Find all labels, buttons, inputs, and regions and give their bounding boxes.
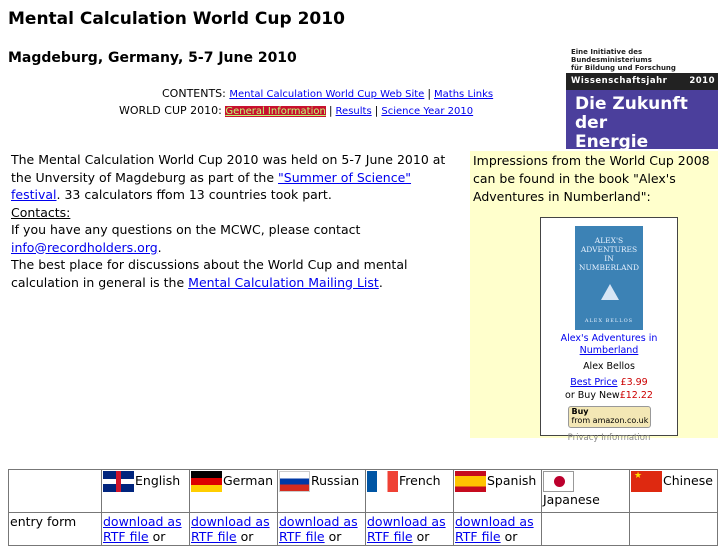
japan-flag-icon xyxy=(543,471,574,492)
nav-link-science-year[interactable]: Science Year 2010 xyxy=(381,106,473,117)
language-label: French xyxy=(399,473,441,488)
download-cell: download as RTF file or xyxy=(277,512,366,546)
download-cell: download as RTF file or xyxy=(453,512,542,546)
buy-new-label: or Buy New xyxy=(565,390,620,401)
contents-nav: CONTENTS: Mental Calculation World Cup W… xyxy=(162,87,493,100)
or-text: or xyxy=(416,529,430,544)
download-cell: download as RTF file or xyxy=(365,512,454,546)
banner-headline-line1: Die Zukunft der xyxy=(575,94,688,133)
book-title-link[interactable]: Alex's Adventures in xyxy=(561,333,658,344)
banner-ministry-line2: für Bildung und Forschung xyxy=(571,64,676,72)
cover-title-line: IN xyxy=(604,254,614,263)
contact-text: If you have any questions on the MCWC, p… xyxy=(11,222,361,237)
nav-link-mcwc-website[interactable]: Mental Calculation World Cup Web Site xyxy=(229,89,424,100)
download-cell-empty xyxy=(541,512,630,546)
intro-text-part: . 33 calculators ffom 13 countries took … xyxy=(56,187,332,202)
cover-title-line: NUMBERLAND xyxy=(578,263,640,272)
nav-separator: | xyxy=(328,104,333,117)
book-cover-image[interactable]: ALEX'S ADVENTURES IN NUMBERLAND ALEX BEL… xyxy=(575,226,643,330)
language-cell-german: German xyxy=(189,469,278,513)
entry-form-row: entry form download as RTF file or downlo… xyxy=(8,512,718,546)
worldcup-nav: WORLD CUP 2010: General Information | Resu… xyxy=(119,104,473,117)
language-cell-french: French xyxy=(365,469,454,513)
banner-ministry-line1: Eine Initiative des Bundesministeriums xyxy=(571,48,652,64)
download-cell: download as RTF file or xyxy=(101,512,190,546)
download-rtf-link-russian[interactable]: download as RTF file xyxy=(279,514,358,544)
nav-link-maths-links[interactable]: Maths Links xyxy=(434,89,493,100)
contact-text-end: . xyxy=(157,239,162,255)
discussion-text-end: . xyxy=(378,274,383,290)
book-panel-text: Impressions from the World Cup 2008 can … xyxy=(473,153,710,204)
privacy-information: Privacy Information xyxy=(567,433,651,443)
download-rtf-link-german[interactable]: download as RTF file xyxy=(191,514,270,544)
language-label: Chinese xyxy=(663,473,713,488)
intro-text: The Mental Calculation World Cup 2010 wa… xyxy=(11,151,461,291)
banner-bar-year: 2010 xyxy=(689,76,715,86)
download-rtf-link-english[interactable]: download as RTF file xyxy=(103,514,182,544)
intro-paragraph: The Mental Calculation World Cup 2010 wa… xyxy=(11,151,461,204)
cover-title-line: ALEX'S xyxy=(594,236,624,245)
russia-flag-icon xyxy=(279,471,310,492)
language-cell-english: English xyxy=(101,469,190,513)
or-text: or xyxy=(152,529,166,544)
download-cell: download as RTF file or xyxy=(189,512,278,546)
download-rtf-link-french[interactable]: download as RTF file xyxy=(367,514,446,544)
row-label: entry form xyxy=(8,512,102,546)
china-flag-icon xyxy=(631,471,662,492)
buy-new-price: £12.22 xyxy=(619,390,653,401)
buy-from-amazon-button[interactable]: Buy from amazon.co.uk xyxy=(567,406,651,428)
contents-label: CONTENTS: xyxy=(162,87,226,100)
book-author: Alex Bellos xyxy=(583,361,635,372)
sailboat-icon xyxy=(601,284,619,300)
nav-link-results[interactable]: Results xyxy=(336,106,372,117)
language-label: German xyxy=(223,473,274,488)
buy-button-subtext: from amazon.co.uk xyxy=(571,416,649,425)
germany-flag-icon xyxy=(191,471,222,492)
contact-email-link[interactable]: info@recordholders.org xyxy=(11,240,158,255)
nav-separator: | xyxy=(374,104,379,117)
uk-flag-icon xyxy=(103,471,134,492)
language-cell-russian: Russian xyxy=(277,469,366,513)
cover-author: ALEX BELLOS xyxy=(584,318,634,324)
language-cell-chinese: Chinese xyxy=(629,469,718,513)
france-flag-icon xyxy=(367,471,398,492)
book-title-link-2[interactable]: Numberland xyxy=(580,345,639,356)
nav-link-general-information[interactable]: General Information xyxy=(225,106,326,117)
language-label: Spanish xyxy=(487,473,537,488)
banner-bar-label: Wissenschaftsjahr xyxy=(571,76,668,86)
language-cell-spanish: Spanish xyxy=(453,469,542,513)
language-header-row: English German Russian French Spanish Ja… xyxy=(8,469,718,513)
language-label: Russian xyxy=(311,473,360,488)
science-year-banner[interactable]: Eine Initiative des Bundesministeriums f… xyxy=(566,47,718,149)
best-price-value: £3.99 xyxy=(620,377,648,388)
language-table: English German Russian French Spanish Ja… xyxy=(8,469,718,546)
download-rtf-link-spanish[interactable]: download as RTF file xyxy=(455,514,534,544)
language-cell-japanese: Japanese xyxy=(541,469,630,513)
contacts-label: Contacts: xyxy=(11,204,71,220)
nav-separator: | xyxy=(427,87,432,100)
language-label: English xyxy=(135,473,181,488)
or-text: or xyxy=(240,529,254,544)
best-price-link[interactable]: Best Price xyxy=(570,377,617,388)
amazon-widget: ALEX'S ADVENTURES IN NUMBERLAND ALEX BEL… xyxy=(540,217,678,443)
download-cell-empty xyxy=(629,512,718,546)
or-text: or xyxy=(328,529,342,544)
or-text: or xyxy=(504,529,518,544)
table-corner-cell xyxy=(8,469,102,513)
page-title: Mental Calculation World Cup 2010 xyxy=(8,9,345,29)
mailing-list-link[interactable]: Mental Calculation Mailing List xyxy=(188,275,379,290)
banner-headline-line2: Energie xyxy=(575,132,649,150)
language-label: Japanese xyxy=(543,492,600,507)
cover-title-line: ADVENTURES xyxy=(580,245,638,254)
spain-flag-icon xyxy=(455,471,486,492)
buy-button-text: Buy xyxy=(571,407,589,416)
worldcup-label: WORLD CUP 2010: xyxy=(119,104,222,117)
book-panel: Impressions from the World Cup 2008 can … xyxy=(470,151,718,443)
page-subtitle: Magdeburg, Germany, 5-7 June 2010 xyxy=(8,50,297,66)
